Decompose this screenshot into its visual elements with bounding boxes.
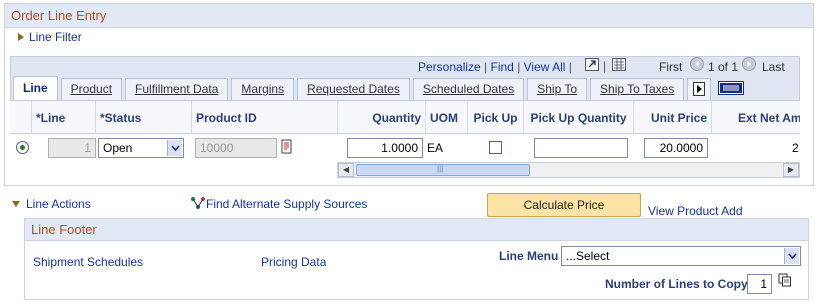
- show-all-columns-icon[interactable]: [714, 78, 748, 100]
- chevron-down-icon: [167, 140, 182, 156]
- product-lookup-icon[interactable]: [281, 139, 293, 155]
- scrollbar-thumb[interactable]: |||: [356, 164, 530, 176]
- tab-requested-dates[interactable]: Requested Dates: [297, 78, 410, 100]
- line-actions-toggle[interactable]: Line Actions: [12, 197, 91, 211]
- section-title: Order Line Entry: [5, 4, 813, 28]
- col-header-line: *Line: [32, 101, 96, 135]
- tab-product[interactable]: Product: [60, 78, 123, 100]
- supply-network-icon: [191, 197, 205, 209]
- col-header-unit-price: Unit Price: [634, 101, 712, 135]
- line-menu-label: Line Menu: [499, 249, 559, 263]
- first-label: First: [659, 60, 683, 74]
- ext-net-amount-value: 2: [792, 141, 799, 155]
- collapse-triangle-icon: [12, 201, 20, 207]
- col-header-ext-net-amount: Ext Net Amo: [738, 111, 800, 125]
- copy-lines-icon[interactable]: [778, 273, 792, 287]
- col-header-product-id: Product ID: [192, 101, 338, 135]
- more-tabs-icon[interactable]: [687, 78, 712, 100]
- view-product-add-link[interactable]: View Product Add: [648, 204, 743, 218]
- line-footer-title: Line Footer: [25, 219, 808, 241]
- shipment-schedules-link[interactable]: Shipment Schedules: [33, 255, 143, 269]
- tab-line[interactable]: Line: [13, 76, 58, 100]
- col-header-pick-up-quantity: Pick Up Quantity: [524, 101, 634, 135]
- row-select-radio[interactable]: [16, 141, 29, 154]
- grid-nav-links: Personalize | Find | View All |: [418, 60, 572, 74]
- previous-row-icon[interactable]: [690, 57, 704, 71]
- col-header-pick-up: Pick Up: [468, 101, 524, 135]
- lines-to-copy-field[interactable]: 1: [747, 274, 772, 294]
- scroll-left-icon[interactable]: ◀: [338, 163, 354, 177]
- status-select[interactable]: Open: [98, 138, 184, 158]
- quantity-field[interactable]: 1.0000: [347, 138, 423, 158]
- tab-margins[interactable]: Margins: [231, 78, 295, 100]
- zoom-icon[interactable]: [585, 58, 599, 71]
- product-id-field: 10000: [195, 138, 277, 158]
- line-menu-select[interactable]: ...Select: [561, 246, 801, 266]
- calculate-price-button[interactable]: Calculate Price: [487, 193, 641, 217]
- pricing-data-link[interactable]: Pricing Data: [261, 255, 326, 269]
- row-counter: 1 of 1: [708, 60, 739, 74]
- tab-fulfillment-data[interactable]: Fulfillment Data: [125, 78, 229, 100]
- unit-price-field[interactable]: 20.0000: [644, 138, 708, 158]
- next-row-icon[interactable]: [742, 57, 756, 71]
- find-link[interactable]: Find: [491, 60, 514, 74]
- pick-up-quantity-field[interactable]: [534, 138, 628, 158]
- personalize-link[interactable]: Personalize: [418, 60, 481, 74]
- tab-ship-to-taxes[interactable]: Ship To Taxes: [590, 78, 685, 100]
- table-row: 1 Open 10000 1.0000 EA 20.0000 2: [10, 134, 800, 161]
- grid-header-row: *Line *Status Product ID Quantity UOM Pi…: [10, 100, 800, 135]
- find-alternate-supply-link[interactable]: Find Alternate Supply Sources: [190, 196, 367, 211]
- scroll-right-icon[interactable]: ▶: [783, 163, 799, 177]
- download-grid-icon[interactable]: [612, 58, 626, 71]
- tab-strip: Line Product Fulfillment Data Margins Re…: [10, 76, 800, 100]
- col-header-status: *Status: [96, 101, 192, 135]
- col-header-quantity: Quantity: [338, 101, 426, 135]
- tab-ship-to[interactable]: Ship To: [527, 78, 588, 100]
- line-number-field: 1: [48, 138, 96, 158]
- expand-triangle-icon: [18, 33, 24, 41]
- col-header-uom: UOM: [426, 101, 468, 135]
- pick-up-checkbox[interactable]: [489, 141, 502, 154]
- last-label: Last: [762, 60, 785, 74]
- line-filter-link[interactable]: Line Filter: [18, 30, 82, 44]
- tab-scheduled-dates[interactable]: Scheduled Dates: [412, 78, 525, 100]
- view-all-link[interactable]: View All: [524, 60, 566, 74]
- horizontal-scrollbar[interactable]: ◀ ||| ▶: [337, 162, 800, 178]
- uom-value: EA: [427, 141, 444, 155]
- chevron-down-icon: [784, 248, 799, 264]
- lines-to-copy-label: Number of Lines to Copy: [605, 277, 748, 291]
